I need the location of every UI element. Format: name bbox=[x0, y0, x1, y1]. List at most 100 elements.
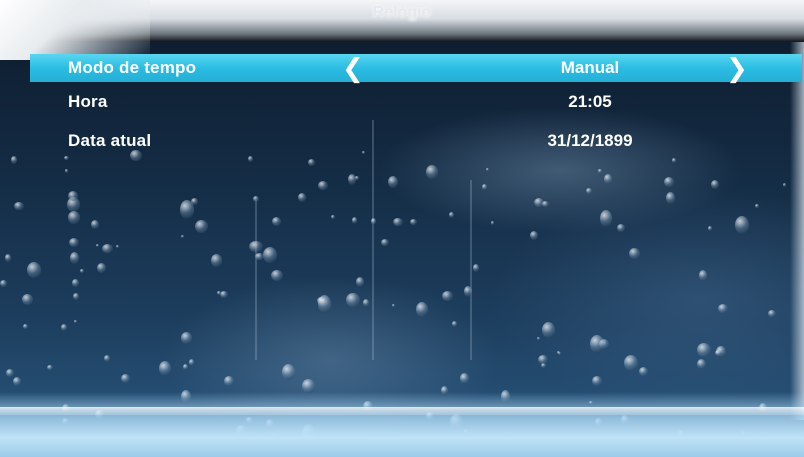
water-drop bbox=[598, 169, 602, 173]
water-drop bbox=[97, 263, 106, 273]
water-drop bbox=[80, 269, 84, 273]
water-drop bbox=[452, 321, 457, 327]
water-drop bbox=[181, 332, 192, 344]
water-drop bbox=[211, 254, 222, 267]
water-drop bbox=[426, 165, 438, 179]
water-drop bbox=[449, 212, 454, 218]
water-drop bbox=[308, 159, 315, 166]
chevron-left-icon[interactable]: ❮ bbox=[342, 55, 364, 81]
menu-row-label: Data atual bbox=[68, 131, 152, 150]
rain-streak bbox=[470, 180, 472, 360]
menu-row-hour[interactable]: Hora 21:05 bbox=[30, 88, 802, 116]
rain-streak bbox=[372, 120, 374, 360]
water-drop bbox=[73, 293, 79, 300]
water-drop bbox=[624, 355, 638, 371]
water-drop bbox=[538, 355, 548, 364]
water-drop bbox=[592, 376, 602, 386]
water-drop bbox=[47, 365, 53, 370]
water-drop bbox=[23, 324, 28, 329]
water-drop bbox=[74, 320, 77, 323]
water-drop bbox=[699, 270, 707, 281]
water-drop bbox=[482, 184, 487, 190]
water-drop bbox=[64, 156, 69, 160]
water-drop bbox=[181, 235, 184, 238]
menu-row-value: 31/12/1899 bbox=[547, 131, 633, 150]
water-drop bbox=[72, 279, 79, 287]
water-drop bbox=[302, 379, 315, 393]
water-drop bbox=[220, 291, 228, 298]
water-drop bbox=[617, 224, 625, 232]
bottom-bezel-reflection bbox=[0, 407, 804, 415]
water-drop bbox=[249, 241, 263, 252]
water-drop bbox=[557, 351, 560, 354]
water-drop bbox=[442, 291, 453, 301]
water-drop bbox=[363, 299, 369, 307]
water-drop bbox=[195, 220, 208, 233]
water-drop bbox=[392, 304, 395, 307]
water-drop bbox=[0, 280, 7, 287]
water-drop bbox=[672, 158, 676, 163]
water-drop bbox=[590, 335, 604, 353]
menu-row-value: 21:05 bbox=[568, 92, 612, 111]
water-drop bbox=[5, 254, 11, 262]
water-drop bbox=[11, 156, 17, 164]
water-drop bbox=[629, 248, 640, 259]
water-drop bbox=[116, 245, 119, 248]
page-title: Relógio bbox=[372, 4, 432, 21]
water-drop bbox=[104, 355, 110, 362]
water-drop bbox=[191, 198, 198, 205]
water-drop bbox=[6, 369, 14, 377]
water-drop bbox=[537, 337, 540, 340]
water-drop bbox=[416, 302, 428, 317]
water-drop bbox=[27, 262, 41, 278]
chevron-right-icon[interactable]: ❯ bbox=[726, 55, 748, 81]
water-drop bbox=[272, 217, 281, 226]
water-drop bbox=[491, 221, 494, 225]
menu-row-label: Modo de tempo bbox=[68, 58, 197, 77]
water-drop bbox=[346, 293, 360, 307]
water-drop bbox=[542, 322, 555, 338]
water-drop bbox=[331, 215, 335, 219]
bottom-screen-glare bbox=[0, 392, 804, 457]
water-drop bbox=[708, 226, 712, 231]
water-drop bbox=[352, 217, 357, 224]
water-drop bbox=[715, 350, 721, 356]
water-drop bbox=[217, 291, 221, 295]
water-drop bbox=[600, 210, 612, 227]
water-drop bbox=[473, 264, 479, 272]
water-drop bbox=[69, 238, 79, 247]
water-drop bbox=[102, 244, 113, 253]
water-drop bbox=[697, 359, 706, 369]
menu-row-time-mode[interactable]: Modo de tempo ❮ Manual ❯ bbox=[30, 54, 802, 82]
water-drop bbox=[282, 364, 295, 380]
water-drop bbox=[755, 204, 759, 208]
water-drop bbox=[388, 176, 398, 188]
water-drop bbox=[248, 156, 253, 162]
water-drop bbox=[68, 191, 78, 201]
water-drop bbox=[70, 252, 79, 264]
water-drop bbox=[159, 361, 171, 376]
water-drop bbox=[586, 188, 592, 194]
water-drop bbox=[718, 304, 728, 313]
water-drop bbox=[189, 359, 194, 366]
water-drop bbox=[639, 367, 648, 376]
water-drop bbox=[68, 211, 80, 224]
water-drop bbox=[14, 202, 24, 210]
water-drop bbox=[542, 201, 549, 207]
water-drop bbox=[604, 174, 612, 184]
water-drop bbox=[381, 239, 389, 246]
water-drop bbox=[664, 177, 674, 187]
water-drop bbox=[735, 216, 749, 234]
water-drop bbox=[356, 277, 364, 287]
water-drop bbox=[371, 218, 376, 225]
water-drop bbox=[253, 196, 259, 202]
water-drop bbox=[666, 192, 675, 204]
water-drop bbox=[298, 193, 306, 202]
water-drop bbox=[65, 169, 68, 173]
water-drop bbox=[22, 294, 33, 305]
water-drop bbox=[486, 168, 489, 171]
water-drop bbox=[121, 374, 130, 383]
menu-row-current-date[interactable]: Data atual 31/12/1899 bbox=[30, 127, 802, 155]
water-drop bbox=[13, 377, 21, 386]
water-drop bbox=[348, 174, 356, 185]
